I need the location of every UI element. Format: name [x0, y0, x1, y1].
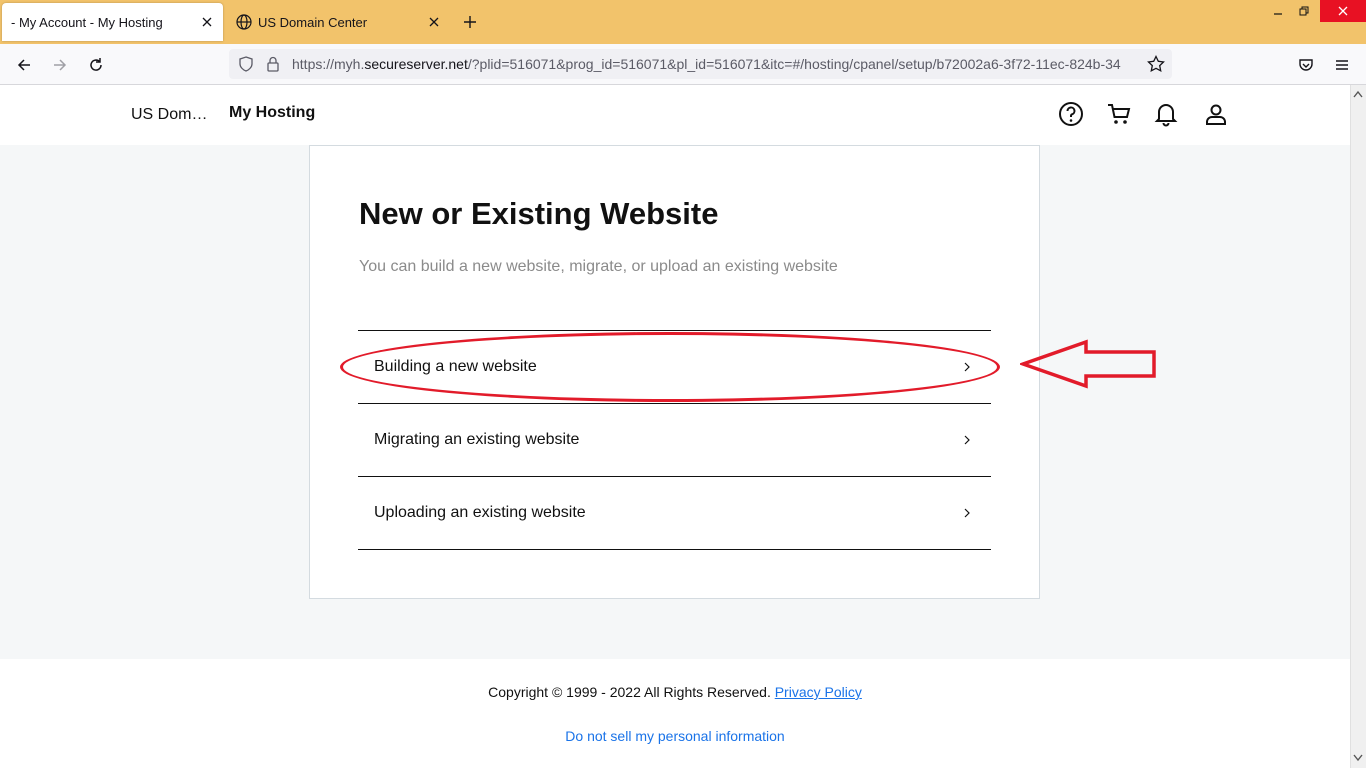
- bookmark-star-icon[interactable]: [1147, 55, 1165, 73]
- cart-icon[interactable]: [1105, 100, 1133, 128]
- tab-us-domain-center[interactable]: US Domain Center: [226, 3, 450, 41]
- menu-icon[interactable]: [1329, 52, 1355, 78]
- bell-icon[interactable]: [1152, 100, 1180, 128]
- scrollbar[interactable]: [1350, 85, 1366, 768]
- option-label: Uploading an existing website: [374, 504, 586, 521]
- option-migrating-existing-website[interactable]: Migrating an existing website: [358, 404, 991, 476]
- option-uploading-existing-website[interactable]: Uploading an existing website: [358, 477, 991, 549]
- lock-icon[interactable]: [264, 55, 282, 73]
- new-tab-icon[interactable]: [458, 10, 482, 34]
- chevron-right-icon: [960, 433, 974, 447]
- tab-label: US Domain Center: [258, 14, 368, 30]
- option-building-new-website[interactable]: Building a new website: [358, 331, 991, 403]
- chevron-right-icon: [960, 360, 974, 374]
- minimize-icon[interactable]: [1264, 0, 1292, 22]
- footer: [0, 659, 1350, 768]
- copyright: Copyright © 1999 - 2022 All Rights Reser…: [0, 684, 1350, 700]
- option-label: Building a new website: [374, 358, 537, 375]
- tab-my-account[interactable]: - My Account - My Hosting: [2, 3, 223, 41]
- scroll-down-icon[interactable]: [1352, 752, 1364, 764]
- page-subtitle: You can build a new website, migrate, or…: [359, 258, 838, 275]
- do-not-sell-link[interactable]: Do not sell my personal information: [0, 728, 1350, 744]
- option-label: Migrating an existing website: [374, 431, 580, 448]
- nav-bar: https://myh.secureserver.net/?plid=51607…: [0, 44, 1366, 85]
- close-icon[interactable]: [195, 10, 219, 34]
- forward-icon[interactable]: [47, 52, 73, 78]
- reload-icon[interactable]: [83, 52, 109, 78]
- chevron-right-icon: [960, 506, 974, 520]
- help-icon[interactable]: [1057, 100, 1085, 128]
- scroll-up-icon[interactable]: [1352, 88, 1364, 100]
- window-close-icon[interactable]: [1320, 0, 1366, 22]
- url-bar[interactable]: https://myh.secureserver.net/?plid=51607…: [229, 49, 1172, 79]
- page-title: New or Existing Website: [359, 196, 719, 231]
- copyright-text: Copyright © 1999 - 2022 All Rights Reser…: [488, 684, 771, 700]
- back-icon[interactable]: [11, 52, 37, 78]
- my-hosting-nav[interactable]: My Hosting: [229, 104, 315, 122]
- privacy-policy-link[interactable]: Privacy Policy: [775, 684, 862, 700]
- close-icon[interactable]: [422, 10, 446, 34]
- url-text: https://myh.secureserver.net/?plid=51607…: [292, 56, 1121, 72]
- globe-icon: [236, 14, 252, 30]
- restore-icon[interactable]: [1290, 0, 1318, 22]
- shield-icon[interactable]: [237, 55, 255, 73]
- pocket-icon[interactable]: [1293, 52, 1319, 78]
- divider: [358, 549, 991, 550]
- user-icon[interactable]: [1202, 100, 1230, 128]
- tab-label: - My Account - My Hosting: [11, 14, 163, 30]
- brand-link[interactable]: US Domain Center: [131, 106, 211, 124]
